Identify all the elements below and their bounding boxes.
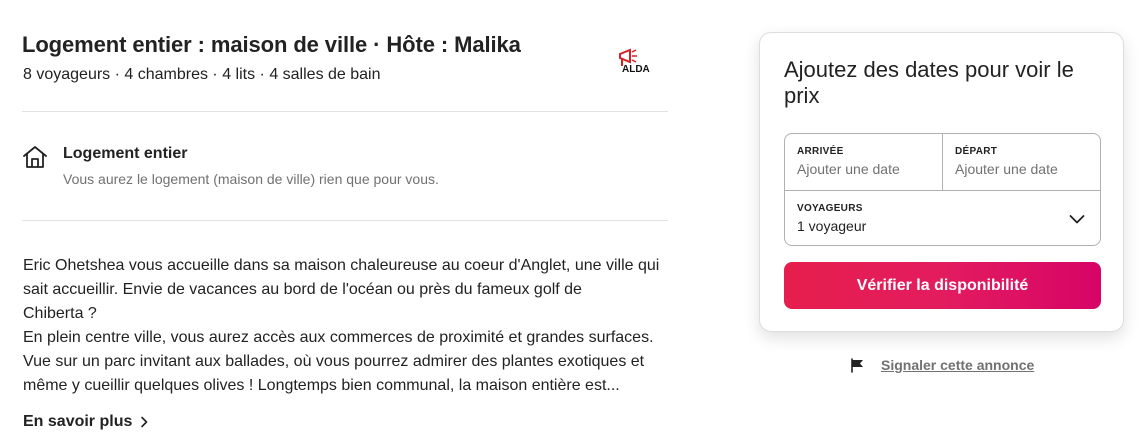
checkin-label: ARRIVÉE (797, 146, 844, 157)
booking-title: Ajoutez des dates pour voir le prix (784, 57, 1074, 108)
host-logo-text: ALDA (622, 64, 650, 75)
highlight-title: Logement entier (63, 145, 188, 162)
read-more-label: En savoir plus (23, 413, 133, 430)
description-line: En plein centre ville, vous aurez accès … (23, 329, 654, 346)
booking-card: Ajoutez des dates pour voir le prix ARRI… (759, 32, 1124, 332)
checkout-label: DÉPART (955, 146, 998, 157)
description-line: Vue sur un parc invitant aux ballades, o… (23, 353, 645, 370)
description-line: Eric Ohetshea vous accueille dans sa mai… (23, 257, 660, 274)
home-icon (23, 146, 47, 168)
guests-label: VOYAGEURS (797, 203, 863, 214)
description-line: sait accueillir. Envie de vacances au bo… (23, 281, 582, 298)
highlight-description: Vous aurez le logement (maison de ville)… (63, 171, 439, 187)
divider (22, 111, 668, 112)
checkin-field[interactable]: ARRIVÉE Ajouter une date (785, 134, 943, 190)
chevron-down-icon (1069, 215, 1085, 224)
read-more-link[interactable]: En savoir plus (23, 413, 150, 431)
divider (22, 220, 668, 221)
checkout-value: Ajouter une date (955, 161, 1058, 177)
checkin-value: Ajouter une date (797, 161, 900, 177)
description-line: même y cueillir quelques olives ! Longte… (23, 377, 620, 394)
date-picker: ARRIVÉE Ajouter une date DÉPART Ajouter … (784, 133, 1101, 246)
listing-summary: 8 voyageurs · 4 chambres · 4 lits · 4 sa… (23, 66, 381, 83)
report-listing-link[interactable]: Signaler cette annonce (850, 357, 1034, 373)
report-listing-label: Signaler cette annonce (881, 357, 1035, 373)
listing-title: Logement entier : maison de ville · Hôte… (22, 32, 521, 57)
listing-description: Eric Ohetshea vous accueille dans sa mai… (23, 254, 668, 398)
checkout-field[interactable]: DÉPART Ajouter une date (943, 134, 1100, 190)
check-availability-button[interactable]: Vérifier la disponibilité (784, 262, 1101, 309)
description-line: Chiberta ? (23, 305, 97, 322)
guests-value: 1 voyageur (797, 218, 867, 234)
guests-selector[interactable]: VOYAGEURS 1 voyageur (785, 190, 1100, 245)
host-logo[interactable]: ALDA (616, 44, 660, 76)
chevron-right-icon (141, 416, 148, 428)
flag-icon (851, 357, 863, 373)
